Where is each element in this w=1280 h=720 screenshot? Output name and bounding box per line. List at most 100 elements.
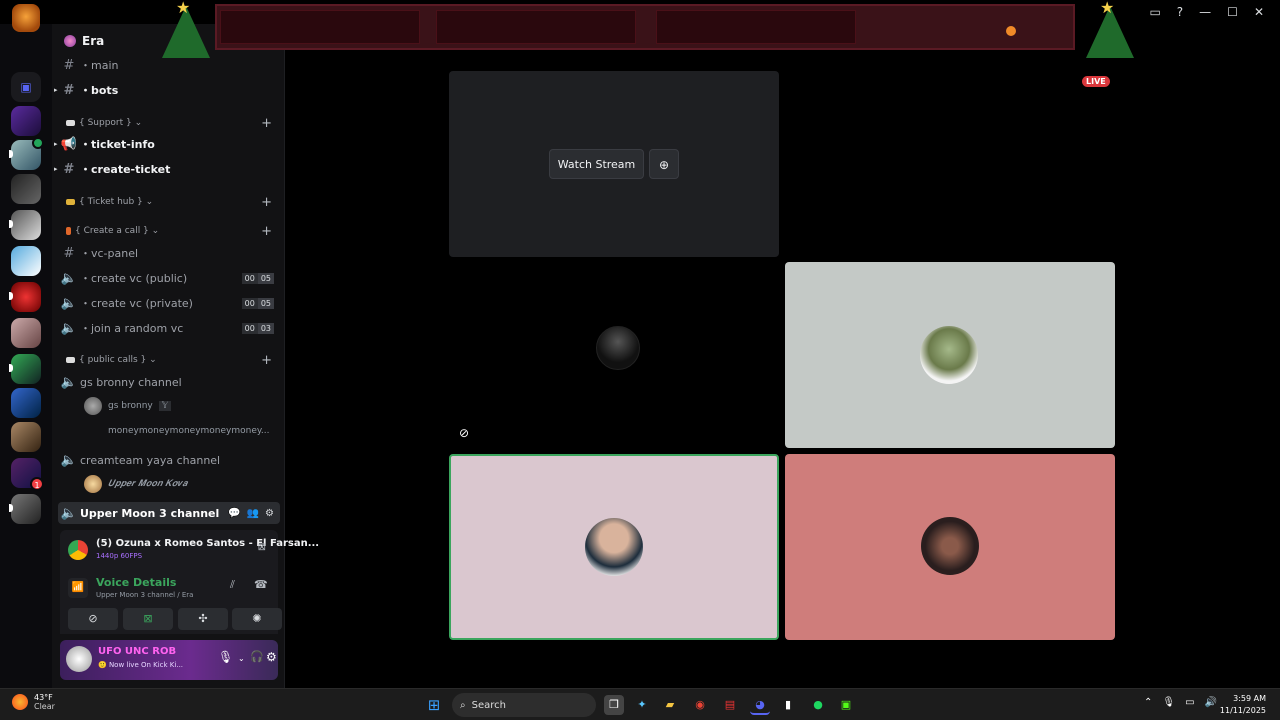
guild-icon[interactable] [11,246,41,276]
user-panel: UFO UNC ROB 🙂 Now live On Kick Ki... 🎙 ⌄… [60,640,278,680]
announcement-icon: 📢 [60,136,78,152]
add-channel-icon[interactable]: + [261,224,272,239]
channel-label: ・main [80,59,119,72]
maximize-button[interactable]: ☐ [1227,5,1238,19]
task-view-icon[interactable]: ❐ [604,695,624,715]
channel-upper-moon-3[interactable]: 🔈 Upper Moon 3 channel 💬 👥 ⚙ [58,502,280,524]
close-button[interactable]: ✕ [1254,5,1264,19]
audio-app-icon[interactable]: ▮ [778,695,798,715]
add-member-icon[interactable]: 👥 [247,508,259,519]
voice-user[interactable]: 𝑼𝒑𝒑𝒆𝒓 𝑴𝒐𝒐𝒏 𝑲𝒐𝒗𝒂 [84,475,187,493]
discord-home-icon[interactable] [12,4,40,32]
temperature: 43°F [34,693,53,702]
avatar [921,517,979,575]
channel-create-vc-public[interactable]: 🔈 ・create vc (public) 00 05 [58,267,280,289]
server-header[interactable]: Era [64,34,104,48]
volume-icon[interactable]: 🔊 [1205,697,1217,708]
guild-icon[interactable] [11,422,41,452]
channel-create-ticket[interactable]: ▸ # ・create-ticket [54,158,280,180]
search-label: Search [471,699,506,711]
display-icon[interactable]: ▭ [1185,697,1194,708]
category-create-call[interactable]: { Create a call } ⌄ + [66,224,276,239]
copilot-icon[interactable]: ✦ [632,695,652,715]
weather-widget[interactable]: 43°F Clear [12,693,55,711]
watch-stream-button[interactable]: Watch Stream [549,149,644,179]
dm-icon[interactable]: ▣ [11,72,41,102]
screen-share-button[interactable]: ⊠ [123,608,173,630]
channel-creamteam-yaya[interactable]: 🔈 creamteam yaya channel [58,449,280,471]
camera-toggle-button[interactable]: ⊘ [68,608,118,630]
windows-start-icon[interactable]: ⊞ [424,695,444,715]
avatar[interactable] [66,646,92,672]
add-channel-icon[interactable]: + [261,195,272,210]
speaker-icon: 🔈 [60,452,78,468]
channel-vc-panel[interactable]: # ・vc-panel [58,242,280,264]
microphone-icon[interactable]: 🎙 [1162,697,1175,708]
noise-suppression-icon[interactable]: ⫽ [230,578,235,592]
add-stream-icon[interactable]: ⊕ [649,149,679,179]
guild-icon[interactable] [9,494,41,524]
activity-quality: 1440p 60FPS [96,552,143,560]
app-icon[interactable]: ▤ [720,695,740,715]
stream-tile[interactable]: Watch Stream ⊕ [449,71,779,257]
gear-icon[interactable]: ⚙ [266,650,277,664]
participant-tile[interactable] [785,454,1115,640]
guild-icon[interactable] [9,137,44,170]
server-icon [64,35,76,47]
help-icon[interactable]: ? [1177,5,1183,19]
kick-icon[interactable]: ▣ [836,695,856,715]
guild-icon[interactable]: 1 [11,458,44,491]
minimize-button[interactable]: — [1199,5,1211,19]
microphone-icon[interactable]: 🎙 [218,650,233,664]
voice-user-name: moneymoneymoneymoneymoney... [108,426,270,436]
channel-create-vc-private[interactable]: 🔈 ・create vc (private) 00 05 [58,292,280,314]
participant-tile-speaking[interactable] [449,454,779,640]
channel-ticket-info[interactable]: ▸ 📢 ・ticket-info [54,133,280,155]
category-label: { Support } [79,118,132,128]
guild-icon[interactable] [9,210,41,240]
chat-icon[interactable]: 💬 [228,508,240,519]
speaker-icon: 🔈 [60,505,78,521]
inbox-icon[interactable]: ▭ [1149,5,1160,19]
voice-user[interactable]: moneymoneymoneymoneymoney... [84,422,270,440]
category-support[interactable]: { Support } ⌄ + [66,116,276,131]
channel-gs-bronny[interactable]: 🔈 gs bronny channel [58,371,280,393]
settings-icon[interactable]: ⚙ [265,508,274,519]
channel-label: ・create vc (private) [80,297,193,310]
stop-stream-icon[interactable]: ⊠ [258,542,266,553]
chevron-down-icon[interactable]: ⌄ [238,654,245,663]
participant-tile[interactable] [785,262,1115,448]
file-explorer-icon[interactable]: ▰ [660,695,680,715]
add-channel-icon[interactable]: + [261,116,272,131]
discord-icon[interactable]: ◕ [750,695,770,715]
add-channel-icon[interactable]: + [261,353,272,368]
guild-icon[interactable] [11,174,41,204]
participant-tile[interactable]: ⊘ [449,262,779,448]
taskbar-search[interactable]: ⌕ Search [452,693,596,717]
guild-icon[interactable] [11,388,41,418]
hash-icon: # [63,57,75,73]
channel-label: ・create-ticket [80,163,171,176]
channel-label: ・create vc (public) [80,272,188,285]
headphones-icon[interactable]: 🎧 [250,650,264,663]
guild-icon[interactable] [11,106,41,136]
category-ticket-hub[interactable]: { Ticket hub } ⌄ + [66,195,276,210]
guild-icon[interactable] [9,282,41,312]
chevron-up-icon[interactable]: ⌃ [1144,697,1152,708]
clock[interactable]: 3:59 AM 11/11/2025 [1220,693,1266,717]
voice-details-link[interactable]: Voice Details [96,576,176,589]
chrome-icon[interactable]: ◉ [690,695,710,715]
banner-slot [656,10,856,44]
soundboard-button[interactable]: ✺ [232,608,282,630]
disconnect-icon[interactable]: ☎ [254,578,268,591]
spotify-icon[interactable]: ● [808,695,828,715]
channel-join-random-vc[interactable]: 🔈 ・join a random vc 00 03 [58,317,280,339]
category-public-calls[interactable]: { public calls } ⌄ + [66,353,276,368]
user-status: 🙂 Now live On Kick Ki... [98,661,184,669]
activities-button[interactable]: ✣ [178,608,228,630]
guild-icon[interactable] [9,354,41,384]
channel-bots[interactable]: ▸ # ・bots [54,79,280,101]
system-tray: ⌃ 🎙 ▭ 🔊 [1144,697,1217,708]
guild-icon[interactable] [11,318,41,348]
voice-user[interactable]: gs bronny 𝕐 [84,397,172,415]
